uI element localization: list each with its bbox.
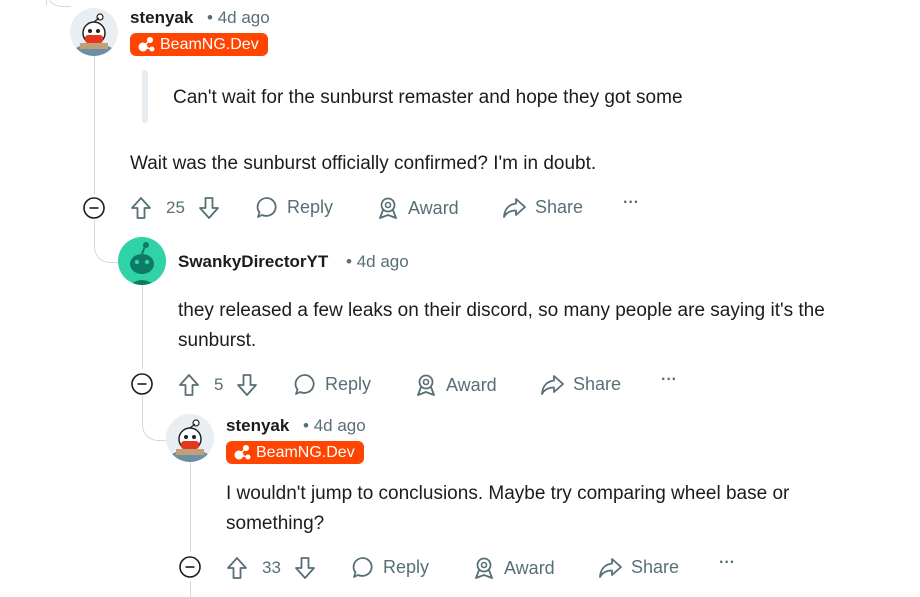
comment-meta: • 4d ago <box>207 8 270 28</box>
separator-dot: • <box>346 252 352 271</box>
timestamp[interactable]: 4d ago <box>314 416 366 435</box>
reply-label: Reply <box>383 557 430 577</box>
award-icon <box>379 197 397 219</box>
vote-count: 25 <box>166 198 185 217</box>
username[interactable]: stenyak <box>226 416 289 436</box>
award-label: Award <box>504 557 555 578</box>
comment-body: Wait was the sunburst officially confirm… <box>130 153 597 174</box>
thread-line[interactable] <box>190 581 191 597</box>
thread-line[interactable] <box>190 462 191 552</box>
user-flair: BeamNG.Dev <box>226 441 364 464</box>
share-icon <box>599 558 622 578</box>
more-options-icon: ··· <box>623 194 639 211</box>
collapse-button[interactable] <box>83 197 105 219</box>
downvote-icon <box>295 557 315 579</box>
upvote-icon <box>227 557 247 579</box>
comment-body: they released a few leaks on their disco… <box>178 300 825 351</box>
downvote-icon <box>237 374 257 396</box>
downvote-button[interactable] <box>198 196 220 225</box>
award-label: Award <box>408 197 459 218</box>
reply-button[interactable]: Reply <box>256 196 333 219</box>
collapse-icon <box>131 373 153 395</box>
upvote-button[interactable] <box>178 373 200 402</box>
reply-label: Reply <box>287 197 334 217</box>
separator-dot: • <box>303 416 309 435</box>
parent-thread-line[interactable] <box>46 0 47 6</box>
username[interactable]: stenyak <box>130 8 193 28</box>
thread-line[interactable] <box>94 52 95 195</box>
thread-curve <box>94 220 121 263</box>
snoo-avatar-icon <box>70 8 118 56</box>
thread-curve-top <box>46 0 71 7</box>
flair-text: BeamNG.Dev <box>256 444 355 461</box>
separator-dot: • <box>207 8 213 27</box>
award-label: Award <box>446 374 497 395</box>
reply-button[interactable]: Reply <box>294 373 371 396</box>
vote-count: 33 <box>262 558 281 577</box>
award-icon <box>417 374 435 396</box>
collapse-button[interactable] <box>131 373 153 395</box>
reply-label: Reply <box>325 374 372 394</box>
upvote-button[interactable] <box>226 556 248 585</box>
share-button[interactable]: Share <box>502 196 583 219</box>
reply-icon <box>294 374 315 395</box>
snoo-avatar-icon <box>118 237 166 285</box>
avatar[interactable] <box>118 237 166 285</box>
collapse-button[interactable] <box>179 556 201 578</box>
upvote-icon <box>179 374 199 396</box>
timestamp[interactable]: 4d ago <box>357 252 409 271</box>
more-options-icon: ··· <box>719 554 735 571</box>
flair-icon <box>234 445 251 460</box>
reply-icon <box>256 197 277 218</box>
award-button[interactable]: Award <box>376 196 459 220</box>
share-label: Share <box>535 197 584 217</box>
upvote-icon <box>131 197 151 219</box>
collapse-icon <box>179 556 201 578</box>
share-label: Share <box>573 374 622 394</box>
avatar[interactable] <box>70 8 118 56</box>
avatar[interactable] <box>166 414 214 462</box>
snoo-avatar-icon <box>166 414 214 462</box>
quote-text: Can't wait for the sunburst remaster and… <box>173 87 683 108</box>
downvote-button[interactable] <box>236 373 258 402</box>
reply-icon <box>352 557 373 578</box>
thread-curve <box>142 396 169 441</box>
reply-button[interactable]: Reply <box>352 556 429 579</box>
comment-meta: • 4d ago <box>303 416 366 436</box>
thread-line[interactable] <box>142 284 143 369</box>
downvote-button[interactable] <box>294 556 316 585</box>
award-button[interactable]: Award <box>414 373 497 397</box>
more-options-button[interactable]: ··· <box>623 194 639 212</box>
share-button[interactable]: Share <box>598 556 679 579</box>
share-icon <box>503 198 526 218</box>
upvote-button[interactable] <box>130 196 152 225</box>
username[interactable]: SwankyDirectorYT <box>178 252 328 272</box>
flair-icon <box>138 37 155 52</box>
quote-bar <box>142 70 148 123</box>
user-flair: BeamNG.Dev <box>130 33 268 56</box>
more-options-icon: ··· <box>661 371 677 388</box>
comment-body: I wouldn't jump to conclusions. Maybe tr… <box>226 483 790 534</box>
share-icon <box>541 375 564 395</box>
flair-text: BeamNG.Dev <box>160 36 259 53</box>
award-icon <box>475 557 493 579</box>
downvote-icon <box>199 197 219 219</box>
award-button[interactable]: Award <box>472 556 555 580</box>
share-label: Share <box>631 557 680 577</box>
more-options-button[interactable]: ··· <box>719 554 735 572</box>
comment-meta: • 4d ago <box>346 252 409 272</box>
vote-count: 5 <box>214 375 224 394</box>
timestamp[interactable]: 4d ago <box>218 8 270 27</box>
collapse-icon <box>83 197 105 219</box>
share-button[interactable]: Share <box>540 373 621 396</box>
more-options-button[interactable]: ··· <box>661 371 677 389</box>
